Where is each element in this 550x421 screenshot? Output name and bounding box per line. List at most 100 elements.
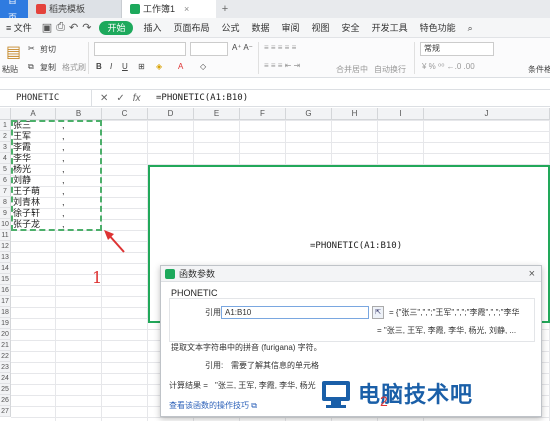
row-header[interactable]: 4 xyxy=(0,153,11,164)
formula-input[interactable]: =PHONETIC(A1:B10) xyxy=(156,90,248,107)
row-header[interactable]: 27 xyxy=(0,406,11,417)
clear-icon[interactable]: ◇ xyxy=(200,62,206,71)
bold-icon[interactable]: B xyxy=(96,62,102,71)
fill-color-icon[interactable]: ◈ xyxy=(156,62,162,71)
copy-selection-range xyxy=(11,120,102,231)
italic-icon[interactable]: I xyxy=(110,62,112,71)
row-header[interactable]: 24 xyxy=(0,373,11,384)
align-icons-row2[interactable]: ≡ ≡ ≡ ⇤ ⇥ xyxy=(264,61,300,70)
copy-icon[interactable]: ⧉ xyxy=(28,62,34,72)
annotation-step-1: 1 xyxy=(92,230,125,287)
menu-data[interactable]: 数据 xyxy=(246,18,276,38)
row-header[interactable]: 23 xyxy=(0,362,11,373)
redo-icon[interactable]: ↷ xyxy=(82,21,91,34)
border-icon[interactable]: ⊞ xyxy=(138,62,145,71)
menu-formulas[interactable]: 公式 xyxy=(215,18,245,38)
cut-button[interactable]: 剪切 xyxy=(40,44,56,55)
row-header[interactable]: 14 xyxy=(0,263,11,274)
confirm-icon[interactable]: ✓ xyxy=(116,90,124,107)
column-header[interactable]: B xyxy=(56,108,102,120)
paste-button[interactable]: 粘贴 xyxy=(2,64,18,75)
row-header[interactable]: 6 xyxy=(0,175,11,186)
print-icon[interactable]: ⎙ xyxy=(56,21,65,34)
row-header[interactable]: 18 xyxy=(0,307,11,318)
merge-center-button[interactable]: 合并居中 xyxy=(336,64,368,75)
column-header[interactable]: E xyxy=(194,108,240,120)
annotation-step-1-label: 1 xyxy=(92,268,103,287)
range-picker-icon[interactable]: ⇱ xyxy=(372,306,384,319)
search-icon[interactable]: ⌕ xyxy=(462,18,479,38)
menu-review[interactable]: 审阅 xyxy=(276,18,306,38)
copy-button[interactable]: 复制 xyxy=(40,62,56,73)
tab-home[interactable]: 首页 xyxy=(0,0,28,23)
row-header[interactable]: 10 xyxy=(0,219,11,230)
menu-developer[interactable]: 开发工具 xyxy=(366,18,414,38)
new-tab-button[interactable]: + xyxy=(216,0,234,18)
number-format-select[interactable]: 常规 xyxy=(420,42,494,56)
row-header[interactable]: 11 xyxy=(0,230,11,241)
conditional-format-button[interactable]: 条件格 xyxy=(528,64,550,75)
select-all-corner[interactable] xyxy=(0,108,11,120)
align-icons[interactable]: ≡ ≡ ≡ ≡ ≡ xyxy=(264,43,296,52)
undo-icon[interactable]: ↶ xyxy=(69,21,78,34)
close-tab-icon[interactable]: × xyxy=(184,0,189,18)
save-icon[interactable]: ▣ xyxy=(42,21,52,34)
number-format-icons[interactable]: ¥ % ⁰⁰ ←.0 .00 xyxy=(422,62,475,71)
cancel-icon[interactable]: ✕ xyxy=(100,90,108,107)
row-header[interactable]: 3 xyxy=(0,142,11,153)
column-header[interactable]: C xyxy=(102,108,148,120)
row-header[interactable]: 26 xyxy=(0,395,11,406)
column-header[interactable]: A xyxy=(11,108,56,120)
row-header[interactable]: 2 xyxy=(0,131,11,142)
tab-template[interactable]: 稻壳模板 xyxy=(28,0,122,18)
close-icon[interactable]: × xyxy=(529,266,535,282)
font-color-icon[interactable]: A xyxy=(178,62,183,71)
function-icon[interactable]: fx xyxy=(133,90,141,107)
docer-icon xyxy=(36,4,46,14)
tab-workbook[interactable]: 工作簿1 × xyxy=(122,0,216,18)
row-header[interactable]: 16 xyxy=(0,285,11,296)
wrap-text-button[interactable]: 自动换行 xyxy=(374,64,406,75)
paste-icon[interactable]: ▤ xyxy=(6,42,21,62)
menu-security[interactable]: 安全 xyxy=(336,18,366,38)
menu-view[interactable]: 视图 xyxy=(306,18,336,38)
row-header[interactable]: 12 xyxy=(0,241,11,252)
row-header[interactable]: 9 xyxy=(0,208,11,219)
menu-file[interactable]: ≡ 文件 xyxy=(0,18,38,38)
formula-bar: PHONETIC ✕ ✓ fx =PHONETIC(A1:B10) xyxy=(0,89,550,107)
row-header[interactable]: 22 xyxy=(0,351,11,362)
menu-start[interactable]: 开始 xyxy=(99,20,134,35)
name-box[interactable]: PHONETIC xyxy=(0,90,92,107)
help-link[interactable]: 查看该函数的操作技巧 ⧉ xyxy=(169,400,257,411)
row-header[interactable]: 1 xyxy=(0,120,11,131)
row-header[interactable]: 19 xyxy=(0,318,11,329)
column-header[interactable]: F xyxy=(240,108,286,120)
menu-insert[interactable]: 插入 xyxy=(137,18,167,38)
column-header[interactable]: D xyxy=(148,108,194,120)
menu-page-layout[interactable]: 页面布局 xyxy=(167,18,215,38)
row-header[interactable]: 17 xyxy=(0,296,11,307)
row-header[interactable]: 8 xyxy=(0,197,11,208)
ref-input[interactable]: A1:B10 xyxy=(221,306,369,319)
ribbon: ▤ 粘贴 ✂ 剪切 ⧉ 复制 格式刷 A⁺ A⁻ B I U ⊞ ◈ A ◇ ≡… xyxy=(0,38,550,78)
column-header[interactable]: G xyxy=(286,108,332,120)
row-header[interactable]: 7 xyxy=(0,186,11,197)
help-link-label: 查看该函数的操作技巧 xyxy=(169,401,249,410)
grow-font-icon[interactable]: A⁺ A⁻ xyxy=(232,43,253,52)
font-name-select[interactable] xyxy=(94,42,186,56)
font-size-select[interactable] xyxy=(190,42,228,56)
format-painter-button[interactable]: 格式刷 xyxy=(62,62,86,73)
row-header[interactable]: 5 xyxy=(0,164,11,175)
row-header[interactable]: 15 xyxy=(0,274,11,285)
column-header[interactable]: H xyxy=(332,108,378,120)
divider xyxy=(88,42,89,74)
column-header[interactable]: I xyxy=(378,108,424,120)
menu-features[interactable]: 特色功能 xyxy=(414,18,462,38)
row-header[interactable]: 25 xyxy=(0,384,11,395)
row-header[interactable]: 13 xyxy=(0,252,11,263)
underline-icon[interactable]: U xyxy=(122,62,128,71)
scissors-icon[interactable]: ✂ xyxy=(28,44,35,53)
row-header[interactable]: 21 xyxy=(0,340,11,351)
row-header[interactable]: 20 xyxy=(0,329,11,340)
column-header[interactable]: J xyxy=(424,108,550,120)
